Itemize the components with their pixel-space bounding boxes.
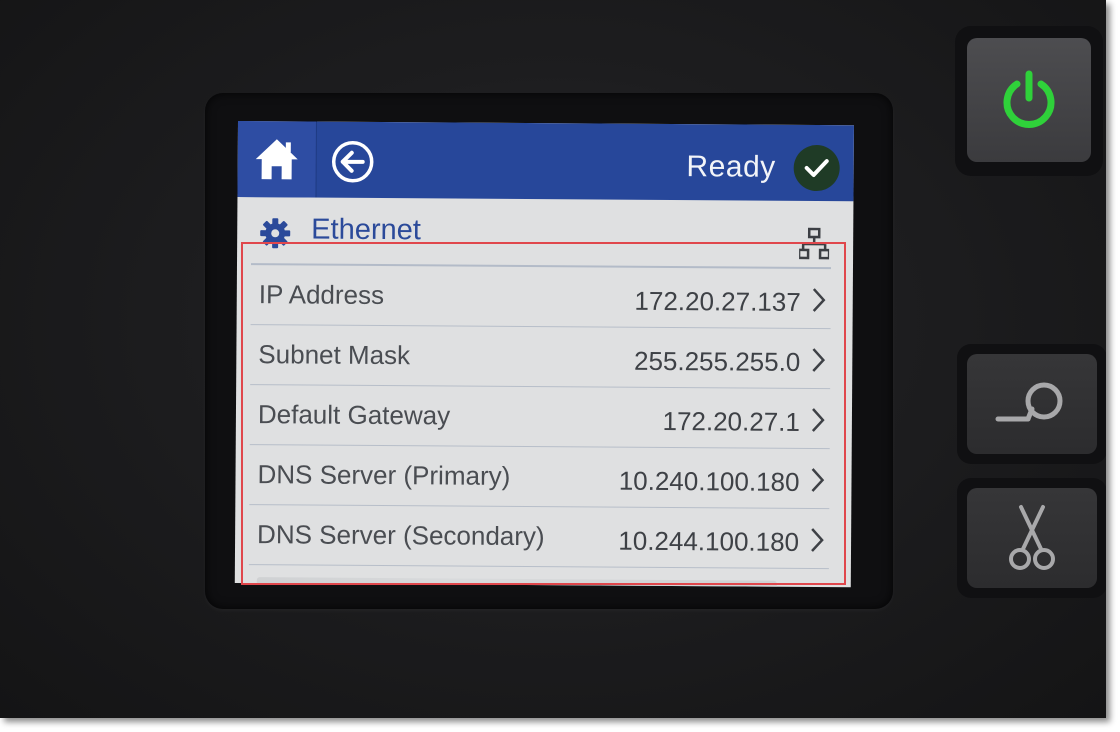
status-badge — [793, 144, 840, 192]
cut-button[interactable] — [957, 478, 1106, 598]
feed-button-face — [967, 354, 1097, 454]
paper-feed-icon — [995, 382, 1063, 422]
scissors-icon — [1009, 505, 1055, 570]
highlight-box — [241, 242, 846, 585]
power-button-face — [967, 38, 1091, 162]
power-button[interactable] — [955, 26, 1103, 176]
status-text: Ready — [686, 150, 776, 184]
device-photo: Ready Ethernet IP Address 172.20.27.137 … — [0, 0, 1106, 718]
cut-button-face — [967, 488, 1097, 588]
home-icon — [255, 139, 298, 180]
top-bar: Ready — [237, 121, 854, 202]
home-button[interactable] — [237, 121, 317, 198]
feed-button[interactable] — [957, 344, 1106, 464]
checkmark-icon — [804, 159, 829, 178]
back-arrow-icon — [331, 141, 374, 183]
power-icon — [1003, 70, 1055, 128]
back-button[interactable] — [331, 140, 375, 184]
